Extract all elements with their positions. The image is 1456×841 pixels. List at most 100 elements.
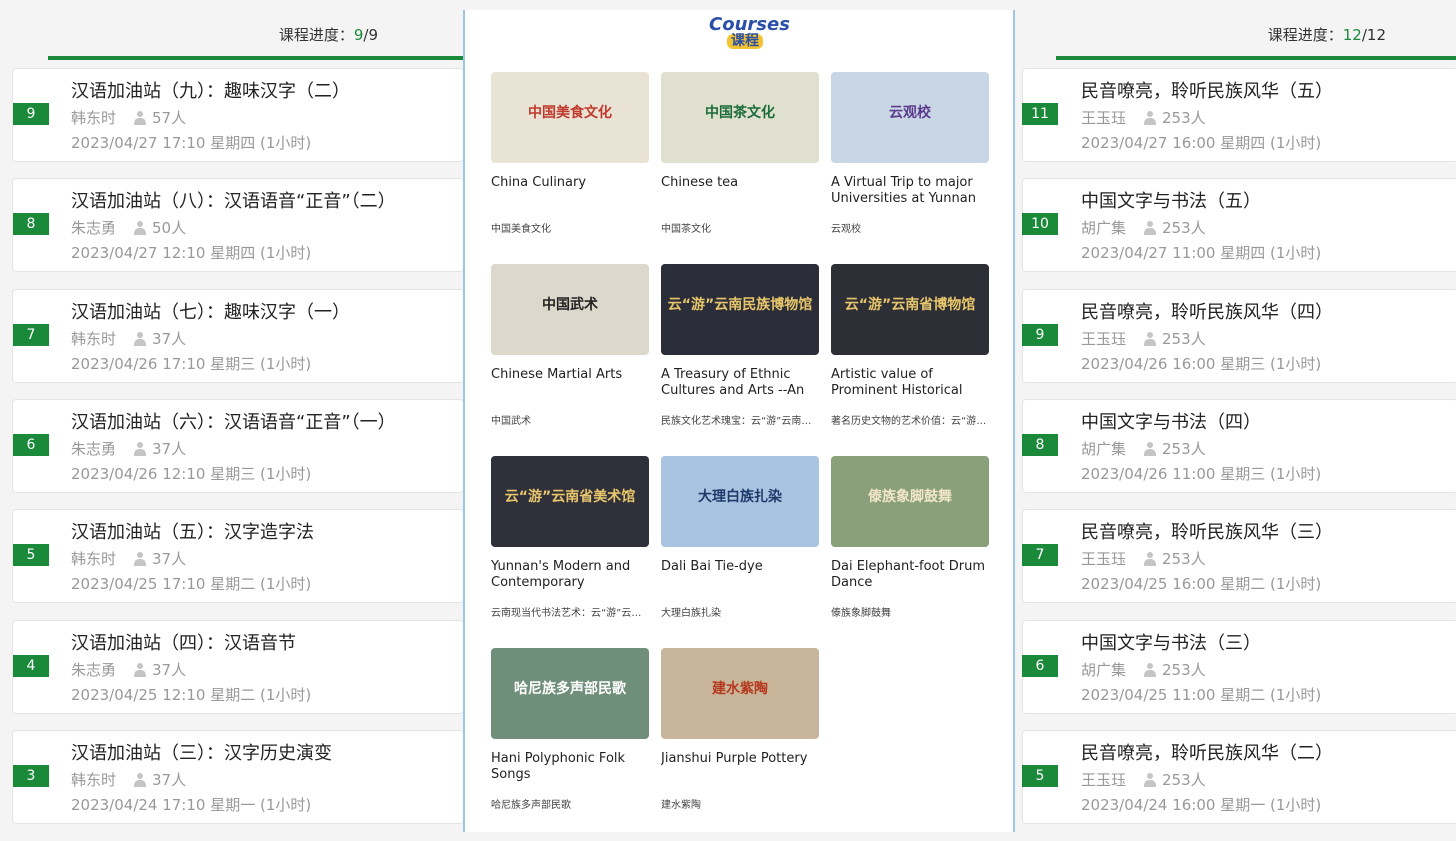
lesson-card[interactable]: 9 汉语加油站（九）：趣味汉字（二） 韩东时 57人 2023/04/27 17:10 … [12,68,464,162]
course-name: Yunnan's Modern and Contemporary Calligr… [491,559,631,592]
course-tile[interactable]: 建水紫陶 Jianshui Purple Pottery 建水紫陶 [661,648,819,811]
attendee-count: 253人 [1162,770,1206,789]
thumbnail-title: 中国武术 [542,297,598,313]
lesson-number-badge: 7 [1022,544,1058,567]
person-icon [134,331,147,346]
course-tile[interactable]: 大理白族扎染 Dali Bai Tie-dye 大理白族扎染 [661,456,819,619]
progress-line [48,56,464,60]
course-thumbnail[interactable]: 中国武术 [491,264,649,355]
lesson-time: 2023/04/24 16:00 星期一 (1小时) [1081,795,1322,814]
course-name: Hani Polyphonic Folk Songs [491,751,626,782]
attendee-count: 50人 [152,219,187,238]
person-icon [1144,552,1157,567]
lesson-time: 2023/04/26 16:00 星期三 (1小时) [1081,354,1322,373]
course-thumbnail[interactable]: 云“游”云南省博物馆 [831,264,989,355]
lesson-card[interactable]: 5 汉语加油站（五）：汉字造字法 韩东时 37人 2023/04/25 17:10 星期… [12,509,464,604]
course-tile[interactable]: 中国美食文化 China Culinary 中国美食文化 [491,72,649,235]
lesson-meta: 胡广集 253人 [1081,659,1206,680]
left-progress-text: 课程进度：9/9 [279,24,378,45]
course-name: Artistic value of Prominent Historical R… [831,367,976,400]
course-thumbnail[interactable]: 建水紫陶 [661,648,819,739]
course-thumbnail[interactable]: 云“游”云南省美术馆 [491,456,649,547]
progress-line [1056,56,1456,60]
course-tile[interactable]: 傣族象脚鼓舞 Dai Elephant-foot Drum Dance 傣族象脚鼓舞 [831,456,989,619]
lesson-title: 民音嘹亮，聆听民族风华（三） [1081,522,1333,544]
person-icon [134,221,147,236]
course-name-zh: 中国武术 [491,416,531,427]
lesson-time: 2023/04/24 17:10 星期一 (1小时) [71,795,312,814]
left-progress-header: 课程进度：9/9 [8,10,464,60]
course-tile[interactable]: 中国茶文化 Chinese tea 中国茶文化 [661,72,819,235]
lesson-number-badge: 11 [1022,103,1058,125]
course-tile[interactable]: 云“游”云南省博物馆 Artistic value of Prominent Hi… [831,264,989,427]
lesson-title: 汉语加油站（七）：趣味汉字（一） [71,301,350,323]
course-name-zh: 云南现当代书法艺术：云“游”云南省美术馆 [491,608,649,619]
lesson-meta: 韩东时 37人 [71,548,186,569]
lesson-title: 民音嘹亮，聆听民族风华（四） [1081,301,1333,323]
lesson-title: 中国文字与书法（五） [1081,191,1261,213]
person-icon [134,772,147,787]
course-thumbnail[interactable]: 大理白族扎染 [661,456,819,547]
lesson-time: 2023/04/26 12:10 星期三 (1小时) [71,464,312,483]
lesson-card[interactable]: 8 汉语加油站（八）：汉语语音“正音”（二） 朱志勇 50人 2023/04/27 12… [12,178,464,273]
courses-panel: Courses 课程 中国美食文化 China Culinary 中国美食文化 中国茶… [463,10,1015,832]
lesson-card[interactable]: 10 中国文字与书法（五） 胡广集 253人 2023/04/27 11:00 星期四 … [1022,178,1456,273]
lesson-title: 民音嘹亮，聆听民族风华（五） [1081,81,1333,102]
lesson-card[interactable]: 7 汉语加油站（七）：趣味汉字（一） 韩东时 37人 2023/04/26 17:10 … [12,288,464,383]
lesson-meta: 胡广集 253人 [1081,438,1206,459]
teacher-name: 朱志勇 [71,439,117,458]
lesson-meta: 朱志勇 50人 [71,217,186,238]
course-tile[interactable]: 云观校 A Virtual Trip to major Universities … [831,72,989,235]
progress-total: /12 [1361,26,1386,44]
course-thumbnail[interactable]: 傣族象脚鼓舞 [831,456,989,547]
lesson-meta: 王玉珏 253人 [1081,769,1206,790]
course-thumbnail[interactable]: 云“游”云南民族博物馆 [661,264,819,355]
lesson-number-badge: 8 [1022,433,1058,456]
teacher-name: 王玉珏 [1081,329,1127,348]
lesson-meta: 胡广集 253人 [1081,217,1206,238]
lesson-card[interactable]: 5 民音嘹亮，聆听民族风华（二） 王玉珏 253人 2023/04/24 16:00 星… [1022,729,1456,824]
person-icon [1144,772,1157,787]
course-thumbnail[interactable]: 哈尼族多声部民歌 [491,648,649,739]
lesson-card[interactable]: 6 汉语加油站（六）：汉语语音“正音”（一） 朱志勇 37人 2023/04/26 12… [12,398,464,493]
lesson-card[interactable]: 8 中国文字与书法（四） 胡广集 253人 2023/04/26 11:00 星期三 (… [1022,398,1456,493]
attendee-count: 253人 [1162,550,1206,569]
attendee-count: 37人 [152,329,187,348]
teacher-name: 王玉珏 [1081,109,1127,127]
course-thumbnail[interactable]: 中国茶文化 [661,72,819,163]
attendee-count: 37人 [152,770,187,789]
course-thumbnail[interactable]: 云观校 [831,72,989,163]
lesson-card[interactable]: 9 民音嘹亮，聆听民族风华（四） 王玉珏 253人 2023/04/26 16:00 星… [1022,288,1456,383]
lesson-meta: 朱志勇 37人 [71,659,186,680]
lesson-card[interactable]: 6 中国文字与书法（三） 胡广集 253人 2023/04/25 11:00 星期二 (… [1022,619,1456,714]
lesson-time: 2023/04/26 17:10 星期三 (1小时) [71,354,312,373]
lesson-title: 民音嘹亮，聆听民族风华（二） [1081,742,1333,764]
course-tile[interactable]: 哈尼族多声部民歌 Hani Polyphonic Folk Songs 哈尼族多声部… [491,648,649,811]
thumbnail-title: 中国美食文化 [528,105,612,121]
lesson-time: 2023/04/27 12:10 星期四 (1小时) [71,244,312,263]
lesson-number-badge: 5 [13,544,49,567]
course-tile[interactable]: 中国武术 Chinese Martial Arts 中国武术 [491,264,649,427]
lesson-card[interactable]: 3 汉语加油站（三）：汉字历史演变 韩东时 37人 2023/04/24 17:10 星… [12,729,464,824]
lesson-card[interactable]: 11 民音嘹亮，聆听民族风华（五） 王玉珏 253人 2023/04/27 16:00 … [1022,68,1456,162]
lesson-title: 汉语加油站（八）：汉语语音“正音”（二） [71,191,396,213]
lesson-number-badge: 5 [1022,764,1058,787]
lesson-title: 汉语加油站（三）：汉字历史演变 [71,742,332,764]
course-tile[interactable]: 云“游”云南民族博物馆 A Treasury of Ethnic Cultures… [661,264,819,427]
lesson-card[interactable]: 4 汉语加油站（四）：汉语音节 朱志勇 37人 2023/04/25 12:10 星期二… [12,619,464,714]
lesson-meta: 韩东时 57人 [71,107,186,128]
course-name-zh: 大理白族扎染 [661,608,721,619]
lesson-number-badge: 3 [13,764,49,787]
course-tile[interactable]: 云“游”云南省美术馆 Yunnan's Modern and Contempora… [491,456,649,619]
teacher-name: 韩东时 [71,550,117,569]
course-name: Dai Elephant-foot Drum Dance [831,559,986,590]
lesson-card[interactable]: 7 民音嘹亮，聆听民族风华（三） 王玉珏 253人 2023/04/25 16:00 星… [1022,509,1456,604]
left-schedule-panel: 课程进度：9/9 9 汉语加油站（九）：趣味汉字（二） 韩东时 57人 2023/04/… [8,10,464,832]
course-thumbnail[interactable]: 中国美食文化 [491,72,649,163]
thumbnail-title: 中国茶文化 [705,105,775,121]
lesson-time: 2023/04/26 11:00 星期三 (1小时) [1081,464,1322,483]
thumbnail-title: 哈尼族多声部民歌 [514,681,626,697]
lesson-time: 2023/04/25 12:10 星期二 (1小时) [71,685,312,704]
course-name: Chinese tea [661,175,739,190]
lesson-title: 中国文字与书法（四） [1081,411,1261,433]
